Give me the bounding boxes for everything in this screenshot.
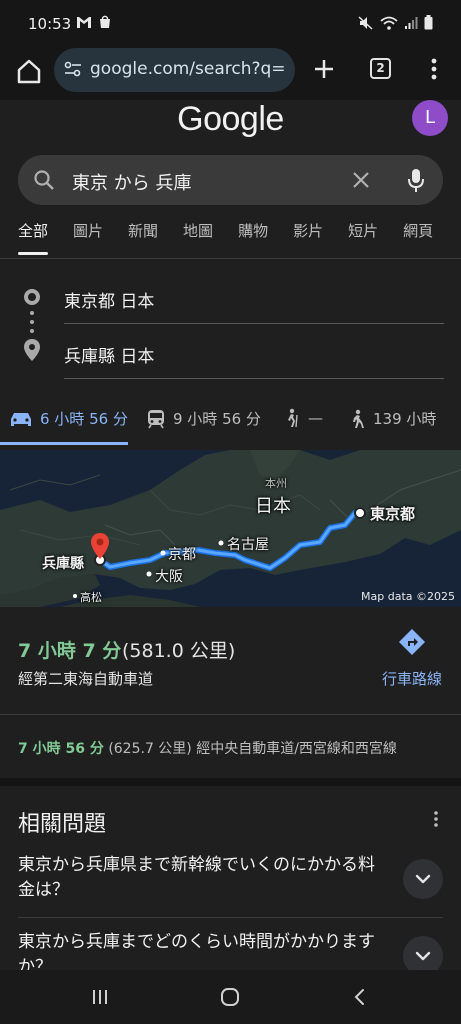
mode-driving[interactable]: 6 小時 56 分 xyxy=(10,408,128,429)
directions-label: 行車路線 xyxy=(381,670,442,688)
related-question[interactable]: 東京から兵庫県まで新幹線でいくのにかかる料金は？ xyxy=(18,853,388,903)
route-via: 經第二東海自動車道 xyxy=(18,670,154,688)
hiking-icon xyxy=(288,408,298,428)
route-map[interactable]: 本州 日本 東京都 名古屋 京都 大阪 兵庫縣 高松 Map data ©202… xyxy=(0,450,461,607)
map-label-japan: 日本 xyxy=(255,496,291,517)
route-distance: (581.0 公里) xyxy=(122,640,236,662)
question-divider xyxy=(18,917,443,918)
mode-transit[interactable]: 9 小時 56 分 xyxy=(147,408,261,429)
tab-all[interactable]: 全部 xyxy=(18,220,49,256)
search-icon xyxy=(34,170,54,190)
mode-active-indicator xyxy=(0,442,128,445)
expand-question-button[interactable] xyxy=(403,859,443,899)
search-input[interactable]: 東京 から 兵庫 xyxy=(72,169,191,195)
back-icon[interactable] xyxy=(352,988,366,1006)
battery-icon xyxy=(424,15,433,30)
more-vert-icon[interactable] xyxy=(424,56,444,82)
google-logo[interactable]: Google xyxy=(0,100,461,139)
tab-news[interactable]: 新聞 xyxy=(128,220,158,256)
chevron-down-icon xyxy=(415,951,431,961)
gmail-icon xyxy=(77,17,91,28)
tab-shorts[interactable]: 短片 xyxy=(348,220,378,256)
status-bar: 10:53 xyxy=(0,0,461,46)
route-duration: 7 小時 7 分 xyxy=(18,640,122,662)
summary-divider xyxy=(0,714,461,715)
site-settings-icon[interactable] xyxy=(64,60,82,78)
search-tabs: 全部 圖片 新聞 地圖 購物 影片 短片 網頁 xyxy=(18,220,458,256)
map-label-hyogo: 兵庫縣 xyxy=(42,556,84,572)
close-icon[interactable] xyxy=(350,169,372,191)
alternate-route[interactable]: 7 小時 56 分 (625.7 公里) 經中央自動車道/西宮線和西宮線 xyxy=(18,738,397,758)
map-label-osaka: 大阪 xyxy=(155,569,183,585)
map-label-takamatsu: 高松 xyxy=(80,591,102,604)
hiking-time: — xyxy=(308,409,323,427)
route-connector-icon xyxy=(30,311,34,338)
map-label-nagoya: 名古屋 xyxy=(227,537,269,553)
car-icon xyxy=(11,412,31,426)
tab-images[interactable]: 圖片 xyxy=(73,220,103,256)
url-text: google.com/search?q= xyxy=(90,59,286,79)
map-terrain xyxy=(0,450,461,607)
more-vert-icon[interactable] xyxy=(430,810,442,828)
directions-icon xyxy=(399,629,425,655)
map-pin-icon xyxy=(91,533,109,559)
origin-dot-icon xyxy=(24,289,40,305)
recent-apps-icon[interactable] xyxy=(91,988,109,1006)
mic-icon[interactable] xyxy=(406,167,426,193)
tab-maps[interactable]: 地圖 xyxy=(183,220,213,256)
destination-pin-icon xyxy=(24,339,40,361)
mute-icon xyxy=(358,15,373,30)
transport-modes: 6 小時 56 分 9 小時 56 分 — 139 小時 xyxy=(0,398,461,445)
tab-web[interactable]: 網頁 xyxy=(403,220,433,256)
related-questions-title: 相關問題 xyxy=(18,812,107,837)
alt-route-time: 7 小時 56 分 xyxy=(18,741,104,757)
origin-field[interactable]: 東京都 日本 xyxy=(64,287,444,324)
signal-icon xyxy=(405,16,418,29)
browser-toolbar: google.com/search?q= 2 xyxy=(0,46,461,100)
driving-time: 6 小時 56 分 xyxy=(40,410,128,428)
mode-walking[interactable]: 139 小時 xyxy=(349,408,436,429)
walking-time: 139 小時 xyxy=(373,410,437,428)
walk-icon xyxy=(353,409,364,428)
map-label-kyoto: 京都 xyxy=(168,547,196,563)
system-nav-bar xyxy=(0,970,461,1024)
map-label-tokyo: 東京都 xyxy=(370,505,416,523)
home-nav-icon[interactable] xyxy=(220,988,240,1006)
status-time: 10:53 xyxy=(28,15,72,33)
search-box[interactable]: 東京 から 兵庫 xyxy=(18,155,443,205)
home-icon[interactable] xyxy=(14,56,44,86)
chevron-down-icon xyxy=(415,874,431,884)
destination-field[interactable]: 兵庫縣 日本 xyxy=(64,342,444,379)
avatar[interactable]: L xyxy=(412,100,448,136)
alt-route-detail: (625.7 公里) 經中央自動車道/西宮線和西宮線 xyxy=(108,741,397,757)
train-icon xyxy=(148,409,164,428)
wifi-icon xyxy=(380,16,398,30)
map-attribution: Map data ©2025 xyxy=(361,590,455,603)
new-tab-icon[interactable] xyxy=(311,56,337,82)
tabs-divider xyxy=(0,258,461,259)
tab-switcher-button[interactable]: 2 xyxy=(370,58,391,79)
related-question[interactable]: 東京から兵庫までどのくらい時間がかかりますか？ xyxy=(18,930,388,970)
url-bar[interactable]: google.com/search?q= xyxy=(54,48,295,92)
section-separator xyxy=(0,778,461,786)
tab-videos[interactable]: 影片 xyxy=(293,220,323,256)
mode-hiking[interactable]: — xyxy=(284,408,323,428)
map-label-honshu: 本州 xyxy=(265,477,287,490)
directions-button[interactable]: 行車路線 xyxy=(372,628,452,689)
tab-shopping[interactable]: 購物 xyxy=(238,220,268,256)
transit-time: 9 小時 56 分 xyxy=(173,410,261,428)
shopping-bag-icon xyxy=(100,15,110,28)
